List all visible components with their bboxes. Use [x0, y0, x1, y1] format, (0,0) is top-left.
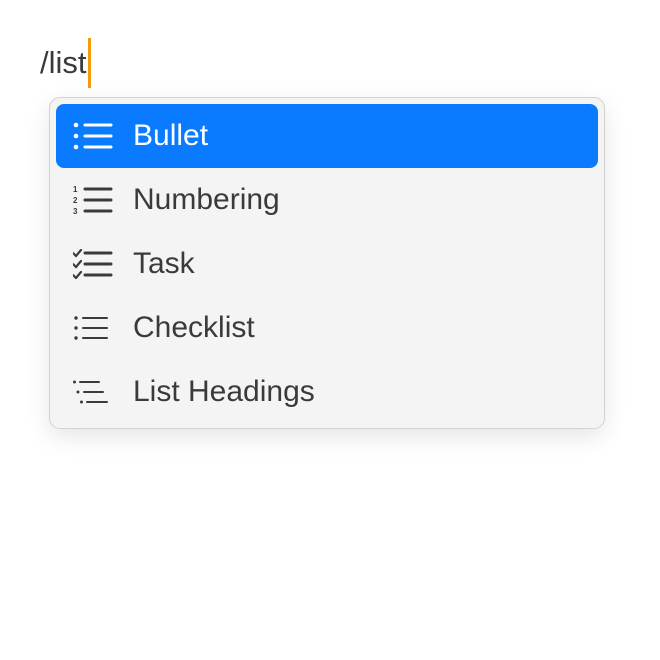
text-caret — [87, 38, 91, 88]
editor-line[interactable]: /list — [40, 38, 91, 88]
slash-command-menu: Bullet 1 2 3 Numbering Task Checklist List… — [49, 97, 605, 429]
menu-item-label: Bullet — [133, 119, 209, 152]
menu-item-task[interactable]: Task — [56, 232, 598, 296]
svg-text:1: 1 — [73, 185, 78, 194]
menu-item-label: Numbering — [133, 183, 280, 216]
list-headings-icon — [73, 380, 108, 404]
bullet-list-icon — [73, 122, 113, 150]
svg-text:2: 2 — [73, 196, 78, 205]
menu-item-label: Task — [133, 247, 195, 280]
numbered-list-icon: 1 2 3 — [73, 185, 113, 215]
menu-item-label: List Headings — [133, 375, 315, 408]
menu-item-bullet[interactable]: Bullet — [56, 104, 598, 168]
slash-command-text[interactable]: /list — [40, 40, 87, 86]
checklist-icon — [74, 316, 108, 340]
menu-item-list-headings[interactable]: List Headings — [56, 360, 598, 424]
menu-item-label: Checklist — [133, 311, 255, 344]
menu-item-numbering[interactable]: 1 2 3 Numbering — [56, 168, 598, 232]
task-list-icon — [73, 249, 113, 279]
menu-item-checklist[interactable]: Checklist — [56, 296, 598, 360]
svg-text:3: 3 — [73, 207, 78, 215]
